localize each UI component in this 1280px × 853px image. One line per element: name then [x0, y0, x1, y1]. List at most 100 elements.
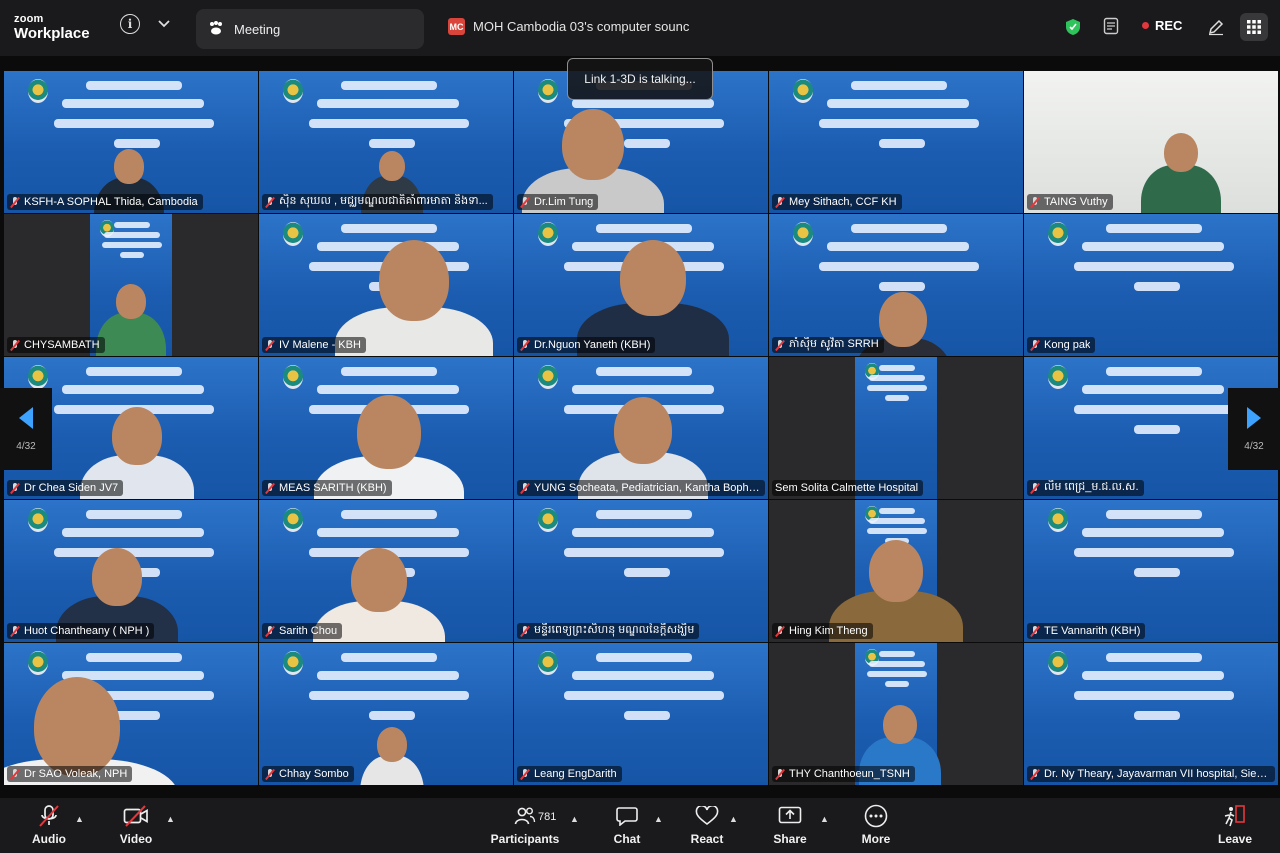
- participant-video-tile[interactable]: MEAS SARITH (KBH): [259, 357, 513, 499]
- slide-title-text-line: [819, 119, 979, 128]
- ministry-logo-icon: [538, 365, 558, 389]
- leave-label: Leave: [1217, 832, 1253, 846]
- participant-name: YUNG Socheata, Pediatrician, Kantha Boph…: [534, 482, 760, 494]
- participant-video-tile[interactable]: Dr.Nguon Yaneth (KBH): [514, 214, 768, 356]
- slide-title-text-line: [120, 252, 144, 258]
- encryption-shield-icon[interactable]: [1064, 17, 1082, 37]
- apps-grid-icon[interactable]: [1240, 13, 1268, 41]
- tab-screen-share-label: MOH Cambodia 03's computer sounc: [473, 19, 690, 34]
- participant-video-tile[interactable]: មន្ទីរពេទ្យព្រះសិហនុ មណ្ឌលនៃក្តីសង្ឃឹម: [514, 500, 768, 642]
- slide-title-text-line: [341, 81, 437, 90]
- participant-video-tile[interactable]: Sarith Chou: [259, 500, 513, 642]
- participant-name-tag: Sarith Chou: [262, 623, 343, 639]
- participant-video-tile[interactable]: THY Chanthoeun_TSNH: [769, 643, 1023, 785]
- chevron-down-icon[interactable]: [156, 14, 172, 34]
- participant-name-tag: MEAS SARITH (KBH): [262, 480, 392, 496]
- participant-name: Leang EngDarith: [534, 768, 617, 780]
- participant-video-tile[interactable]: ស៊ិន សុឃល , មជ្ឈមណ្ឌលជាតិគាំពារមាតា និងទ…: [259, 71, 513, 213]
- slide-title-text-line: [86, 81, 182, 90]
- participant-video-tile[interactable]: YUNG Socheata, Pediatrician, Kantha Boph…: [514, 357, 768, 499]
- react-options-chevron-icon[interactable]: ▲: [729, 814, 738, 824]
- slide-title-text-line: [596, 224, 692, 233]
- participant-name: IV Malene - KBH: [279, 339, 361, 351]
- participant-video-tile[interactable]: KSFH-A SOPHAL Thida, Cambodia: [4, 71, 258, 213]
- share-options-chevron-icon[interactable]: ▲: [820, 814, 829, 824]
- shared-slide-background: [1024, 643, 1278, 785]
- ministry-logo-icon: [793, 222, 813, 246]
- slide-title-text-line: [341, 367, 437, 376]
- leave-button[interactable]: Leave: [1218, 804, 1252, 846]
- info-icon[interactable]: i: [120, 14, 140, 34]
- tab-screen-share[interactable]: MC MOH Cambodia 03's computer sounc: [448, 18, 689, 35]
- participant-video-tile[interactable]: Dr SAO Voleak, NPH: [4, 643, 258, 785]
- ministry-logo-icon: [538, 222, 558, 246]
- slide-title-text-line: [309, 119, 469, 128]
- slide-title-text-line: [1074, 548, 1234, 557]
- muted-mic-icon: [1030, 768, 1040, 780]
- slide-title-text-line: [624, 711, 670, 720]
- participant-video-tile[interactable]: CHYSAMBATH: [4, 214, 258, 356]
- paw-icon: [208, 20, 224, 38]
- slide-title-text-line: [1134, 425, 1180, 434]
- participant-video-tile[interactable]: Hing Kim Theng: [769, 500, 1023, 642]
- slide-title-text-line: [879, 365, 915, 371]
- zoom-workplace-logo: zoom Workplace: [14, 14, 90, 42]
- participant-video-tile[interactable]: Leang EngDarith: [514, 643, 768, 785]
- camera-off-icon: [123, 804, 149, 828]
- slide-title-text-line: [114, 222, 150, 228]
- react-button[interactable]: React: [690, 804, 724, 846]
- slide-title-text-line: [1074, 405, 1234, 414]
- annotate-pen-icon[interactable]: [1203, 14, 1229, 40]
- heart-icon: [695, 804, 719, 828]
- slide-title-text-line: [1082, 242, 1224, 251]
- slide-title-text-line: [879, 508, 915, 514]
- next-page-button[interactable]: 4/32: [1228, 388, 1280, 470]
- participants-options-chevron-icon[interactable]: ▲: [570, 814, 579, 824]
- participant-video-tile[interactable]: Sem Solita Calmette Hospital: [769, 357, 1023, 499]
- more-dots-icon: [864, 804, 888, 828]
- ministry-logo-icon: [1048, 651, 1068, 675]
- slide-title-text-line: [1074, 262, 1234, 271]
- slide-title-text-line: [1082, 385, 1224, 394]
- participant-video-tile[interactable]: ភាំស៊ឹម សូវិតា SRRH: [769, 214, 1023, 356]
- chat-options-chevron-icon[interactable]: ▲: [654, 814, 663, 824]
- participant-video-tile[interactable]: TE Vannarith (KBH): [1024, 500, 1278, 642]
- slide-title-text-line: [86, 653, 182, 662]
- muted-mic-icon: [1030, 625, 1040, 637]
- audio-options-chevron-icon[interactable]: ▲: [75, 814, 84, 824]
- share-button[interactable]: Share: [773, 804, 807, 846]
- slide-title-text-line: [869, 661, 925, 667]
- notes-icon[interactable]: [1102, 16, 1120, 36]
- participant-name: Chhay Sombo: [279, 768, 349, 780]
- participant-video-tile[interactable]: Huot Chantheany ( NPH ): [4, 500, 258, 642]
- audio-button[interactable]: Audio: [30, 804, 68, 846]
- recording-indicator[interactable]: REC: [1142, 18, 1182, 33]
- slide-title-text-line: [341, 653, 437, 662]
- tab-meeting[interactable]: Meeting: [196, 9, 424, 49]
- slide-title-text-line: [114, 139, 160, 148]
- muted-mic-icon: [775, 625, 785, 637]
- muted-mic-icon: [265, 482, 275, 494]
- muted-mic-icon: [520, 625, 530, 637]
- video-options-chevron-icon[interactable]: ▲: [166, 814, 175, 824]
- shared-slide-background: [855, 357, 937, 499]
- video-button[interactable]: Video: [118, 804, 154, 846]
- participant-video-tile[interactable]: Kong pak: [1024, 214, 1278, 356]
- participant-video-tile[interactable]: IV Malene - KBH: [259, 214, 513, 356]
- slide-title-text-line: [879, 282, 925, 291]
- participant-video-tile[interactable]: Dr. Ny Theary, Jayavarman VII hospital, …: [1024, 643, 1278, 785]
- previous-page-button[interactable]: 4/32: [0, 388, 52, 470]
- slide-title-text-line: [1106, 224, 1202, 233]
- participant-video-tile[interactable]: Chhay Sombo: [259, 643, 513, 785]
- participant-name-tag: ស៊ិន សុឃល , មជ្ឈមណ្ឌលជាតិគាំពារមាតា និងទ…: [262, 194, 493, 210]
- slide-title-text-line: [62, 385, 204, 394]
- ministry-logo-icon: [538, 79, 558, 103]
- chat-button[interactable]: Chat: [612, 804, 642, 846]
- slide-title-text-line: [114, 711, 160, 720]
- participant-video-tile[interactable]: TAING Vuthy: [1024, 71, 1278, 213]
- participant-video-tile[interactable]: Mey Sithach, CCF KH: [769, 71, 1023, 213]
- slide-title-text-line: [572, 99, 714, 108]
- more-button[interactable]: More: [861, 804, 891, 846]
- muted-mic-icon: [10, 482, 20, 494]
- video-label: Video: [119, 832, 153, 846]
